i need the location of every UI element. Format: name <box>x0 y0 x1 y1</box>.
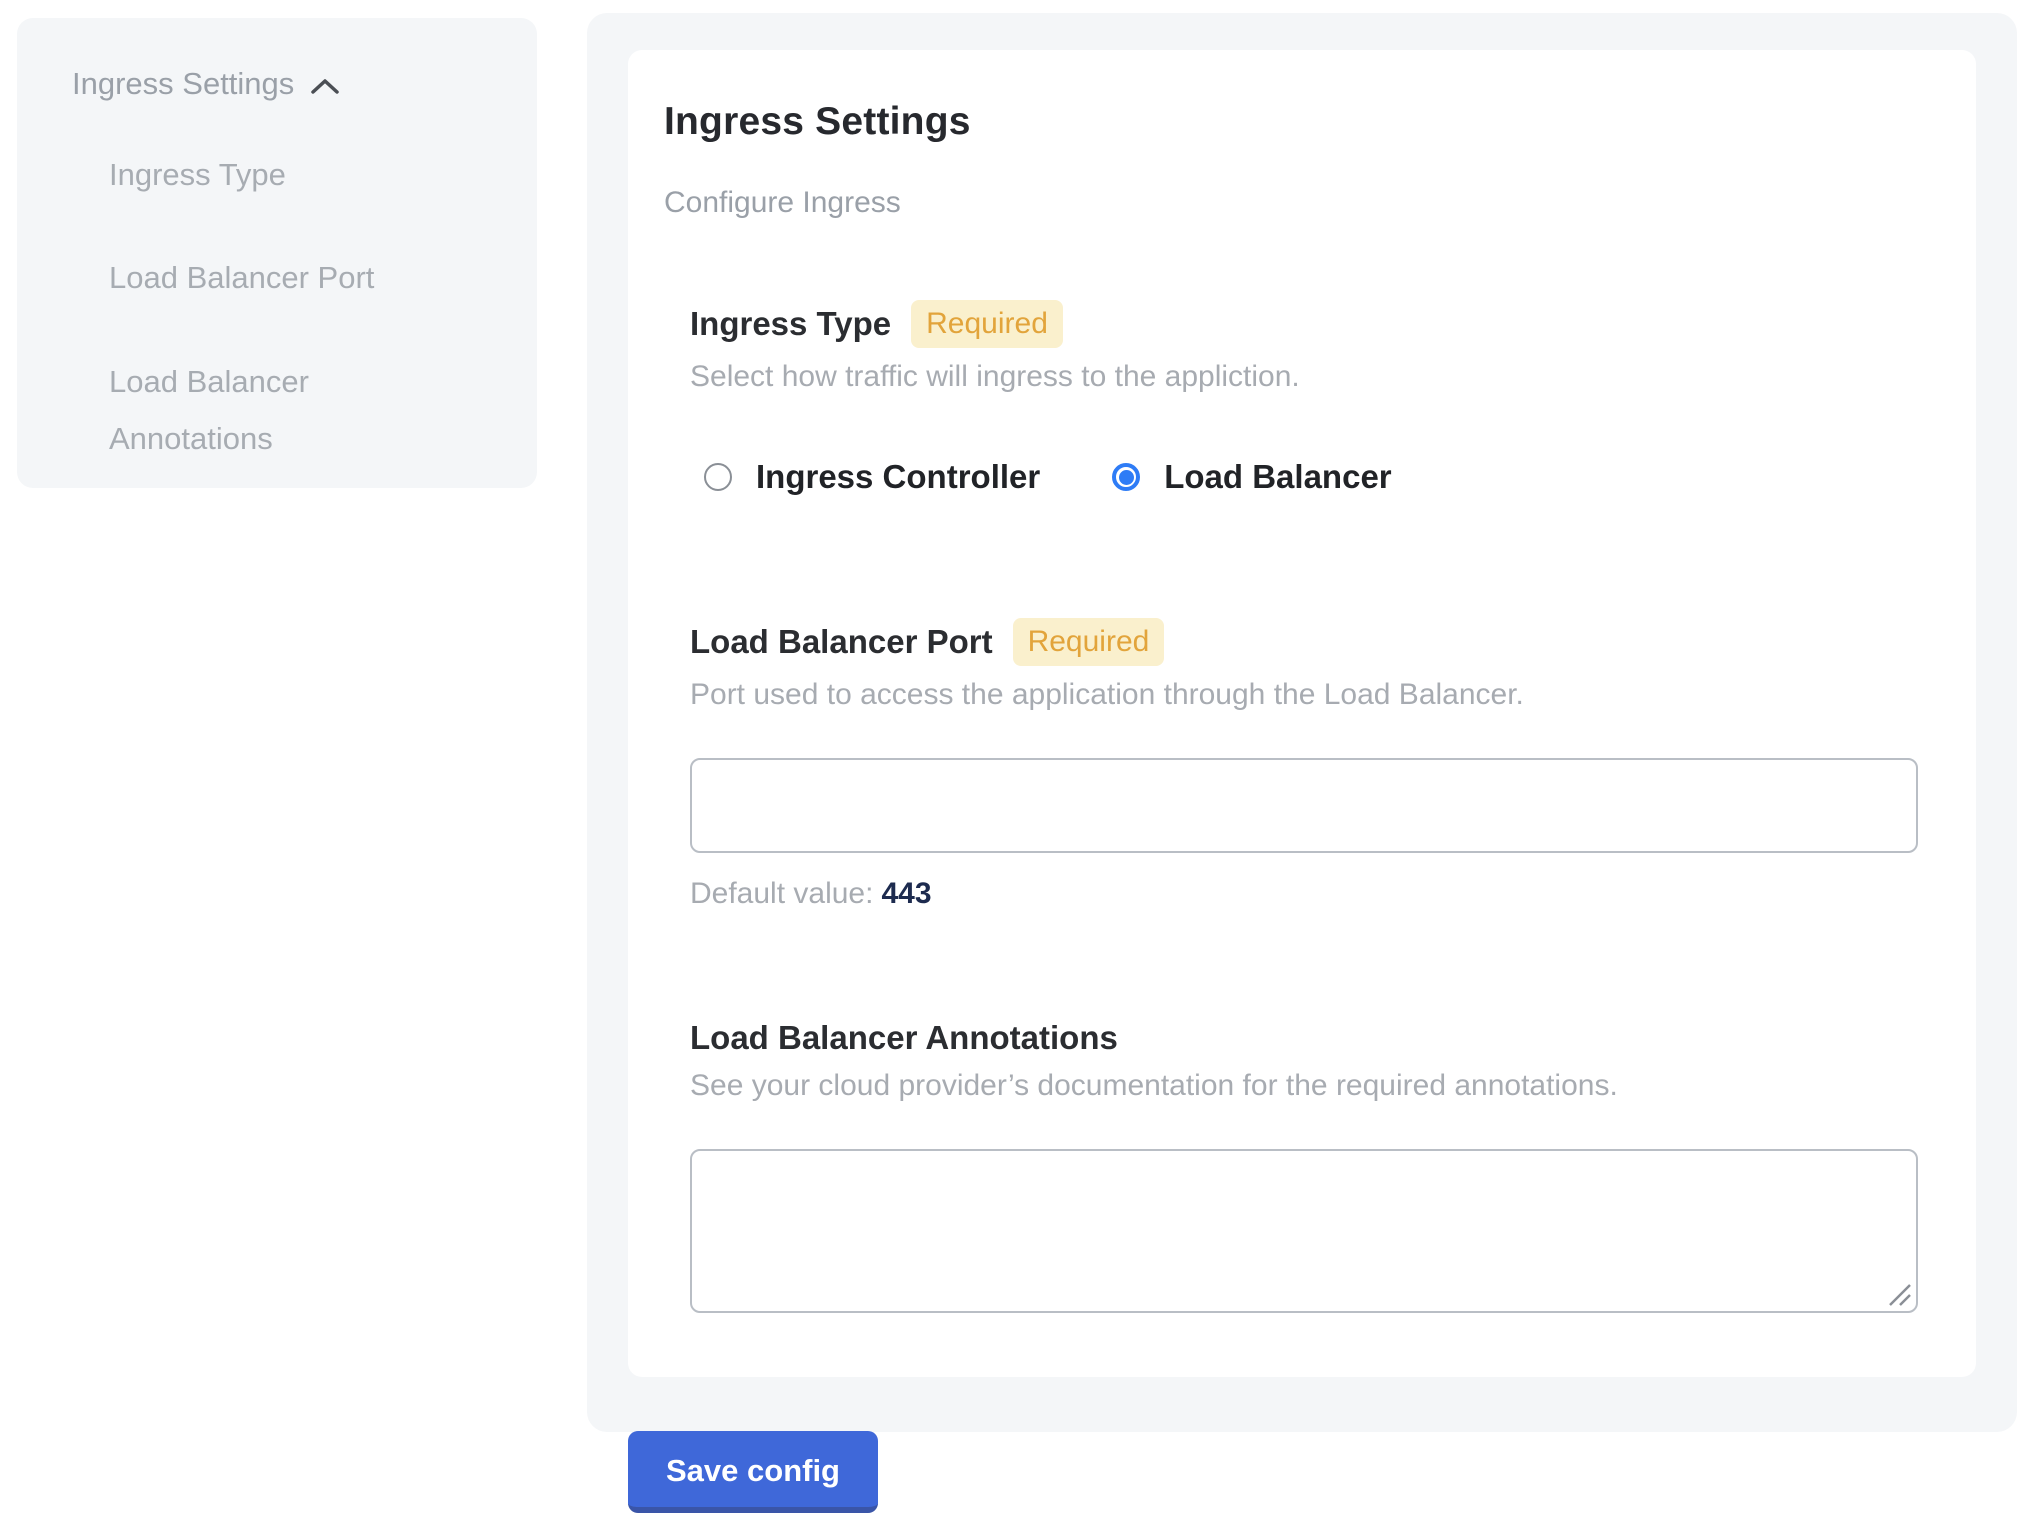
radio-selected-icon[interactable] <box>1112 463 1140 491</box>
chevron-up-icon <box>310 77 340 95</box>
sidebar-group-ingress-settings[interactable]: Ingress Settings <box>72 66 507 102</box>
default-value-note: Default value:443 <box>690 877 1916 911</box>
main-panel: Ingress Settings Configure Ingress Ingre… <box>587 13 2017 1432</box>
page-subtitle: Configure Ingress <box>664 186 1916 220</box>
load-balancer-annotations-textarea[interactable] <box>690 1149 1918 1313</box>
ingress-type-section: Ingress Type Required Select how traffic… <box>690 300 1916 496</box>
sidebar-item-load-balancer-annotations[interactable]: Load Balancer Annotations <box>109 353 424 468</box>
ingress-type-radio-group: Ingress Controller Load Balancer <box>704 458 1916 496</box>
radio-unselected-icon[interactable] <box>704 463 732 491</box>
default-value-label: Default value: <box>690 877 873 910</box>
load-balancer-port-input[interactable] <box>690 758 1918 853</box>
load-balancer-annotations-label: Load Balancer Annotations <box>690 1019 1118 1057</box>
load-balancer-annotations-description: See your cloud provider’s documentation … <box>690 1069 1916 1103</box>
radio-option-ingress-controller[interactable]: Ingress Controller <box>704 458 1040 496</box>
required-badge: Required <box>1013 618 1165 666</box>
save-config-button[interactable]: Save config <box>628 1431 878 1513</box>
load-balancer-port-label: Load Balancer Port <box>690 623 993 661</box>
ingress-settings-card: Ingress Settings Configure Ingress Ingre… <box>628 50 1976 1377</box>
radio-label-ingress-controller: Ingress Controller <box>756 458 1040 496</box>
sidebar-item-list: Ingress Type Load Balancer Port Load Bal… <box>72 146 507 467</box>
default-value-number: 443 <box>881 877 931 910</box>
settings-sidebar: Ingress Settings Ingress Type Load Balan… <box>17 18 537 488</box>
page-title: Ingress Settings <box>664 100 1916 144</box>
ingress-type-description: Select how traffic will ingress to the a… <box>690 360 1916 394</box>
ingress-type-label: Ingress Type <box>690 305 891 343</box>
load-balancer-annotations-section: Load Balancer Annotations See your cloud… <box>690 1019 1916 1313</box>
sidebar-item-ingress-type[interactable]: Ingress Type <box>109 146 424 203</box>
radio-option-load-balancer[interactable]: Load Balancer <box>1112 458 1391 496</box>
radio-label-load-balancer: Load Balancer <box>1164 458 1391 496</box>
load-balancer-port-section: Load Balancer Port Required Port used to… <box>690 618 1916 911</box>
required-badge: Required <box>911 300 1063 348</box>
sidebar-group-label: Ingress Settings <box>72 66 294 102</box>
sidebar-item-load-balancer-port[interactable]: Load Balancer Port <box>109 249 424 306</box>
load-balancer-port-description: Port used to access the application thro… <box>690 678 1916 712</box>
